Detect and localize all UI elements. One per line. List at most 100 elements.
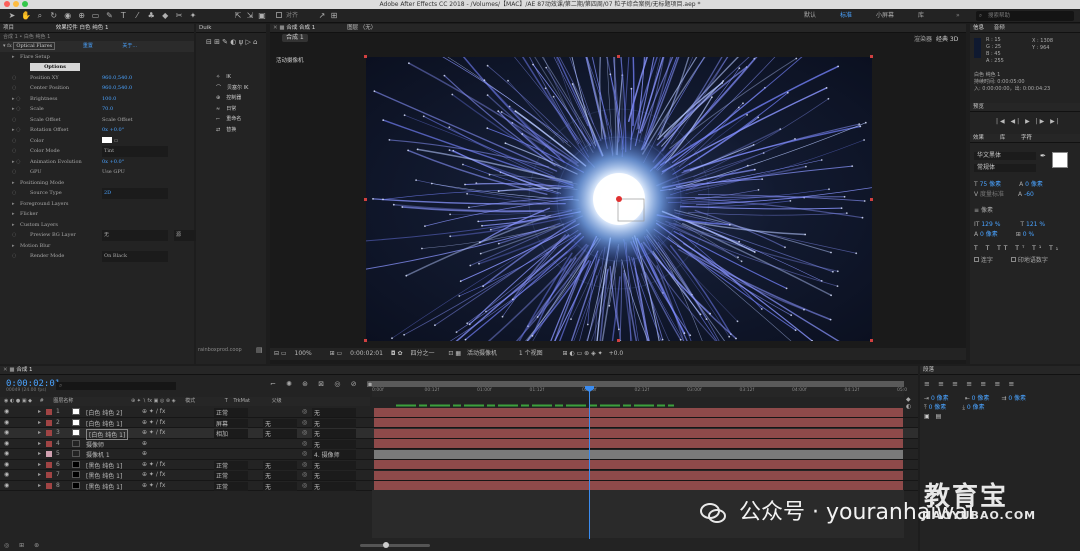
layer-duration-bar[interactable] (374, 418, 903, 427)
duik-rename[interactable]: ⌐ 重命名 (196, 114, 266, 125)
stopwatch-icon[interactable]: ◌ (0, 136, 30, 147)
exposure-value[interactable]: +0.0 (609, 350, 624, 357)
layer-label-color[interactable] (46, 482, 52, 489)
effect-row-value[interactable]: 无 (102, 230, 168, 241)
effect-row[interactable]: ◌ GPU Use GPU (0, 167, 194, 178)
visibility-eye-icon[interactable]: ◉ (4, 408, 9, 415)
left-indent-value[interactable]: 0 像素 (931, 395, 949, 402)
layer-name[interactable]: [黑色 纯色 1] (86, 461, 122, 470)
layer-expand-icon[interactable]: ▸ (38, 419, 41, 426)
preview-tab[interactable]: 预览 (970, 103, 1080, 112)
layer-duration-bar[interactable] (374, 428, 903, 438)
baseline-value[interactable]: 0 像素 (980, 231, 998, 238)
layer-switches[interactable]: ⊕ ✦ ∕ fx (142, 471, 165, 478)
snap-icons[interactable]: ↗ ⊞ (316, 9, 340, 23)
stopwatch-icon[interactable]: ◌ (0, 73, 30, 84)
close-window-icon[interactable] (4, 1, 10, 7)
effect-row-value[interactable]: Scale Offset (102, 117, 133, 123)
camera-tool-icon[interactable]: ◉ (63, 11, 73, 21)
visibility-eye-icon[interactable]: ◉ (4, 440, 9, 447)
duik-replace[interactable]: ⇄ 替换 (196, 125, 266, 136)
effect-row[interactable]: ◌ Color ▭ (0, 136, 194, 147)
effect-row[interactable]: ▸ Custom Layers (0, 220, 194, 231)
effect-row[interactable]: ◌ Scale Offset Scale Offset (0, 115, 194, 126)
layer-switches[interactable]: ⊕ (142, 450, 147, 457)
effect-row[interactable]: ◌ Position XY 960.0,540.0 (0, 73, 194, 84)
fx-icon[interactable]: ▾ fx (3, 43, 12, 49)
clone-tool-icon[interactable]: ♣ (146, 11, 156, 21)
effect-row-value[interactable]: 0x +0.0° (102, 127, 124, 133)
expand-icon[interactable]: ↗ (317, 11, 327, 21)
layer-mode-select[interactable]: 屏幕 (214, 418, 248, 428)
layer-trkmat-select[interactable]: 无 (263, 460, 297, 470)
kerning-value[interactable]: 度量标准 (980, 191, 1004, 198)
timeline-footer-icons[interactable]: ◎ ⊞ ⊛ (4, 542, 43, 549)
color-eyedropper-icon[interactable]: ▭ (112, 138, 119, 144)
layer-expand-icon[interactable]: ▸ (38, 450, 41, 457)
duik-ik[interactable]: ✧ IK (196, 72, 266, 83)
layer-label-color[interactable] (46, 451, 52, 457)
puppet-tool-icon[interactable]: ✦ (188, 11, 198, 21)
expand-icon[interactable]: ▸ (0, 178, 20, 189)
effect-row-value[interactable]: 960.0,540.0 (102, 85, 132, 91)
zoom-slider[interactable] (360, 544, 430, 547)
comp-close-icon[interactable]: ✕ ■ (273, 25, 285, 31)
stopwatch-icon[interactable]: ▸ ◌ (0, 125, 30, 136)
effect-row[interactable]: ▸ Foreground Layers (0, 199, 194, 210)
effect-row[interactable]: ▸ Flicker (0, 209, 194, 220)
layer-mode-select[interactable]: 正常 (214, 481, 248, 491)
stopwatch-icon[interactable]: ◌ (0, 146, 30, 157)
camera-select[interactable]: 活动摄像机 (467, 350, 497, 357)
visibility-eye-icon[interactable]: ◉ (4, 471, 9, 478)
layer-trkmat-select[interactable]: 无 (263, 429, 297, 438)
layer-label-color[interactable] (46, 472, 52, 478)
layer-row[interactable]: ◉ ▸ 7 [黑色 纯色 1] ⊕ ✦ ∕ fx 正常 无 ◎ 无 (0, 470, 918, 481)
stopwatch-icon[interactable]: ▸ ◌ (0, 104, 30, 115)
effect-row[interactable]: ◌ Center Position 960.0,540.0 (0, 83, 194, 94)
text-direction-buttons[interactable]: ▣ ▤ (924, 412, 1026, 421)
tab-composition[interactable]: 合成 合成 1 (286, 25, 315, 31)
hindi-digits-checkbox[interactable] (1010, 257, 1016, 262)
duik-settings-icon[interactable]: ▤ (256, 346, 263, 354)
roi-icon[interactable]: ⊡ ▦ (448, 350, 461, 357)
rectangle-tool-icon[interactable]: ▭ (91, 11, 101, 21)
magnify-icon[interactable]: ⊟ ▭ (274, 350, 287, 357)
layer-parent-select[interactable]: 无 (312, 418, 356, 428)
layer-switches[interactable]: ⊕ ✦ ∕ fx (142, 429, 165, 436)
effect-row-value[interactable]: 100.0 (102, 96, 116, 102)
tab-effects-presets[interactable]: 效果 (973, 135, 984, 141)
stopwatch-icon[interactable]: ◌ (0, 251, 30, 262)
space-after-value[interactable]: 0 像素 (967, 404, 985, 411)
tab-layer[interactable]: 图层 （无） (347, 25, 376, 31)
maximize-window-icon[interactable] (22, 1, 28, 7)
tab-timeline-comp[interactable]: 合成 1 (16, 367, 32, 373)
layer-row[interactable]: ◉ ▸ 5 摄像机 1 ⊕ ◎ 4. 摄像师 (0, 449, 918, 460)
snap-checkbox[interactable] (276, 12, 282, 18)
font-size-value[interactable]: 75 像素 (980, 181, 1002, 188)
expand-icon[interactable]: ▸ (0, 52, 20, 63)
effect-row[interactable]: ▸ Flare Setup (0, 52, 194, 63)
layer-trkmat-select[interactable]: 无 (263, 418, 297, 428)
layer-label-color[interactable] (46, 461, 52, 468)
effect-row[interactable]: ▸ ◌ Rotation Offset 0x +0.0° (0, 125, 194, 136)
effect-row[interactable]: ◌ Render Mode On Black (0, 251, 194, 262)
parent-pickwhip-icon[interactable]: ◎ (302, 429, 307, 436)
layer-duration-bar[interactable] (374, 460, 903, 469)
leading-value[interactable]: 0 像素 (1025, 181, 1043, 188)
tab-character[interactable]: 字符 (1021, 135, 1032, 141)
workspace-library[interactable]: 库 (918, 9, 924, 23)
tab-project[interactable]: 项目 (3, 25, 14, 31)
axis-mode-icons[interactable]: ⇱ ⇲ ▣ (232, 9, 268, 23)
rotate-tool-icon[interactable]: ↻ (49, 11, 59, 21)
font-family-select[interactable]: 华文黑体 (974, 152, 1036, 160)
layer-mode-select[interactable]: 相加 (214, 429, 248, 438)
anchor-point-icon[interactable] (616, 196, 622, 202)
layer-name[interactable]: [白色 纯色 2] (86, 408, 122, 417)
current-time[interactable]: 0:00:02:01 (350, 350, 383, 357)
parent-pickwhip-icon[interactable]: ◎ (302, 419, 307, 426)
effect-row[interactable]: ▸ ◌ Animation Evolution 0x +0.0° (0, 157, 194, 168)
playback-controls[interactable]: |◀ ◀| ▶ |▶ ▶| (996, 118, 1061, 125)
footer-tool-icons[interactable]: ⊞ ◐ ▭ ⊛ ◈ ✦ (563, 350, 603, 357)
stopwatch-icon[interactable]: ▸ (0, 199, 20, 210)
layer-mode-select[interactable]: 正常 (214, 471, 248, 480)
